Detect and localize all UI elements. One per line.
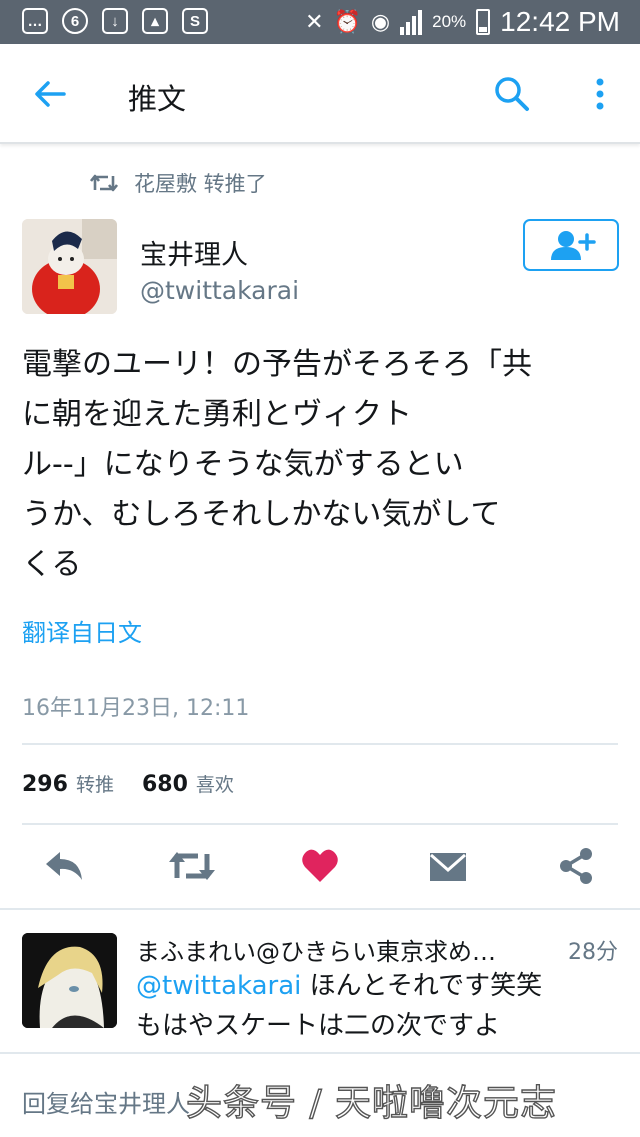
tweet-stats: 296 转推 680 喜欢	[22, 770, 234, 797]
retweet-icon	[169, 852, 215, 880]
like-button[interactable]	[300, 846, 344, 886]
author-avatar[interactable]	[22, 219, 117, 314]
mute-icon: ✕	[305, 9, 324, 34]
envelope-icon	[430, 853, 466, 881]
reply-avatar-image	[22, 933, 117, 1028]
direct-message-button[interactable]	[428, 846, 472, 886]
image-icon: ▴	[142, 8, 168, 34]
tweet-timestamp: 16年11月23日, 12:11	[22, 696, 250, 721]
wifi-icon: ◉	[370, 9, 391, 34]
reply-text-line1: ほんとそれです笑笑	[301, 971, 543, 1001]
retweet-button[interactable]	[168, 846, 216, 886]
vertical-dots-icon	[596, 78, 604, 110]
skype-icon: S	[182, 8, 208, 34]
reply-text-line2: もはやスケートは二の次ですよ	[136, 1011, 501, 1041]
divider	[22, 743, 618, 745]
app-bar: 推文	[0, 44, 640, 144]
sync-icon: 6	[62, 8, 88, 34]
retweet-count-label: 转推	[75, 774, 114, 796]
share-icon	[560, 848, 592, 884]
more-options-button[interactable]	[584, 72, 616, 116]
heart-icon	[302, 849, 338, 882]
page-title: 推文	[128, 82, 187, 116]
battery-percent: 20%	[432, 12, 467, 31]
signal-icon	[400, 9, 423, 35]
search-icon	[495, 77, 529, 111]
download-icon: ↓	[102, 8, 128, 34]
reply-input[interactable]: 回复给宝井理人	[22, 1084, 190, 1119]
back-button[interactable]	[30, 74, 70, 114]
like-count-label: 喜欢	[195, 774, 234, 796]
arrow-left-icon	[35, 81, 66, 107]
system-status: ✕ ⏰ ◉ 20% 12:42 PM	[305, 6, 620, 38]
tweet-text: 電撃のユーリ！の予告がそろそろ「共 に朝を迎えた勇利とヴィクト ル‐‐」になりそ…	[22, 347, 532, 582]
section-divider	[0, 908, 640, 910]
reply-mention-link[interactable]: @twittakarai	[136, 971, 301, 1001]
reply-icon	[46, 852, 82, 880]
author-name[interactable]: 宝井理人	[140, 233, 248, 272]
retweeted-by[interactable]: 花屋敷 转推了	[90, 168, 267, 198]
follow-user-icon	[551, 231, 596, 260]
retweet-count[interactable]: 296	[22, 772, 68, 797]
retweeted-by-label: 花屋敷 转推了	[134, 172, 267, 196]
divider	[22, 823, 618, 825]
reply-button[interactable]	[42, 846, 86, 886]
search-button[interactable]	[492, 74, 532, 114]
share-button[interactable]	[556, 846, 600, 886]
status-bar: … 6 ↓ ▴ S ✕ ⏰ ◉ 20% 12:42 PM	[0, 0, 640, 44]
reply-author-name[interactable]: まふまれい@ひきらい東京求め…	[136, 932, 556, 967]
translate-link[interactable]: 翻译自日文	[22, 613, 142, 648]
reply-avatar[interactable]	[22, 933, 117, 1028]
follow-button[interactable]	[523, 219, 619, 271]
retweet-icon	[90, 174, 118, 192]
battery-icon	[476, 9, 491, 35]
figure-photo	[22, 219, 117, 314]
author-handle[interactable]: @twittakarai	[140, 276, 299, 305]
reply-time: 28分	[568, 940, 618, 965]
notification-icons: … 6 ↓ ▴ S	[22, 8, 208, 34]
reply-text: @twittakarai ほんとそれです笑笑 もはやスケートは二の次ですよ	[136, 966, 616, 1046]
watermark: 头条号 / 天啦噜次元志	[185, 1082, 558, 1124]
message-icon: …	[22, 8, 48, 34]
alarm-icon: ⏰	[333, 9, 361, 34]
like-count[interactable]: 680	[142, 772, 188, 797]
clock: 12:42 PM	[500, 6, 620, 37]
